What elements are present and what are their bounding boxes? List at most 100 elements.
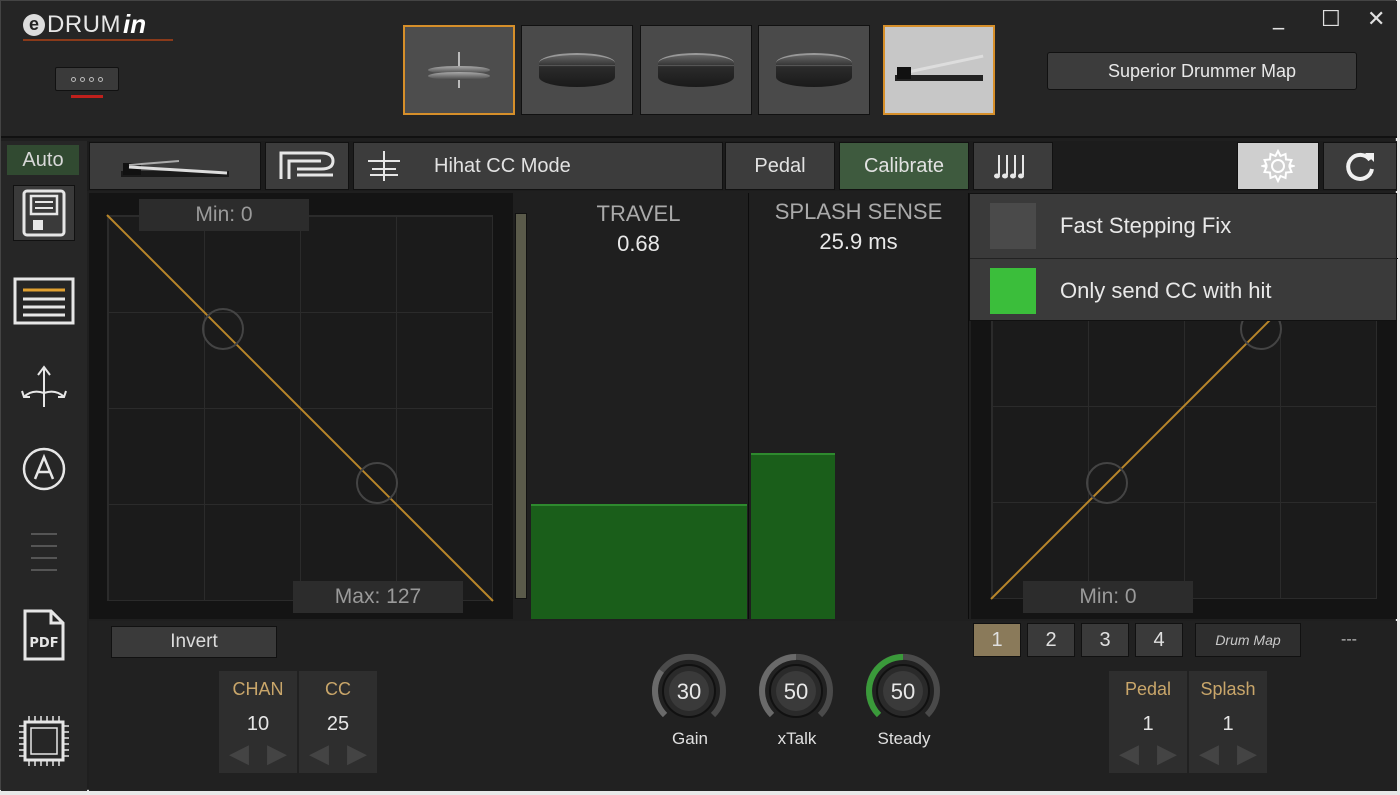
gain-label: Gain [672, 729, 708, 748]
device-status-led [71, 95, 103, 98]
only-send-cc-checkbox[interactable] [990, 267, 1036, 314]
steady-knob[interactable]: 50 [865, 653, 941, 729]
cc-increment-icon[interactable]: ▶ [341, 739, 373, 769]
routing-icon [21, 365, 67, 407]
drum-icon [776, 53, 852, 87]
invert-button[interactable]: Invert [111, 626, 277, 658]
cc-spinner: CC 25 ◀ ▶ [299, 671, 377, 773]
travel-meter: TRAVEL 0.68 [529, 193, 749, 619]
curve-handle[interactable] [202, 308, 244, 350]
pad-button-hihat-pedal[interactable] [883, 25, 995, 115]
logo-drum-text: DRUM [47, 10, 121, 38]
notes-button[interactable] [973, 142, 1053, 190]
splash-sense-value: 25.9 ms [819, 229, 898, 254]
chan-spinner: CHAN 10 ◀ ▶ [219, 671, 297, 773]
pedal-label: Pedal [1124, 679, 1172, 699]
splash-decrement-icon[interactable]: ◀ [1193, 739, 1225, 769]
curve-max-label: Max: 127 [293, 581, 463, 613]
pad-button-cymbal[interactable] [403, 25, 515, 115]
auto-badge[interactable]: Auto [7, 145, 79, 175]
hihat-cc-mode-label: Hihat CC Mode [434, 154, 571, 177]
vertical-slider[interactable] [515, 213, 527, 599]
travel-value: 0.68 [617, 231, 660, 256]
settings-dropdown: Fast Stepping Fix Only send CC with hit [969, 193, 1398, 322]
gear-icon [1261, 149, 1295, 183]
auto-icon [22, 447, 66, 491]
list-view-button[interactable] [13, 273, 75, 329]
pad-button-drum-2[interactable] [640, 25, 752, 115]
routing-button[interactable] [13, 357, 75, 413]
refresh-button[interactable] [1323, 142, 1397, 190]
fast-stepping-checkbox[interactable] [990, 203, 1036, 249]
curve-handle[interactable] [356, 462, 398, 504]
pdf-icon-text: PDF [29, 636, 58, 651]
drum-icon [658, 53, 734, 87]
settings-button[interactable] [1237, 142, 1319, 190]
drum-map-button[interactable]: Drum Map [1195, 623, 1301, 657]
roland-brand-button[interactable] [265, 142, 349, 190]
menu-item-fast-stepping-fix[interactable]: Fast Stepping Fix [970, 194, 1398, 258]
hihat-cymbal-icon [368, 151, 400, 181]
meter-area: TRAVEL 0.68 SPLASH SENSE 25.9 ms [529, 193, 969, 619]
travel-title: TRAVEL [596, 201, 681, 226]
maximize-button[interactable]: ☐ [1321, 7, 1341, 32]
gain-knob[interactable]: 30 [651, 653, 727, 729]
splash-sense-bar [751, 453, 835, 619]
pedal-decrement-icon[interactable]: ◀ [1113, 739, 1145, 769]
calibrate-button[interactable]: Calibrate [839, 142, 969, 190]
logo-underline [23, 39, 173, 41]
slot-button-1[interactable]: 1 [973, 623, 1021, 657]
slot-button-2[interactable]: 2 [1027, 623, 1075, 657]
splash-increment-icon[interactable]: ▶ [1231, 739, 1263, 769]
music-notes-icon [994, 155, 1024, 179]
curve-line [106, 214, 494, 602]
hihat-pedal-icon [121, 160, 229, 177]
slot-button-4[interactable]: 4 [1135, 623, 1183, 657]
status-dash: --- [1341, 631, 1357, 648]
chip-icon [19, 716, 69, 766]
velocity-curve-graph[interactable]: Min: 0 Max: 127 [89, 193, 513, 619]
pedal-increment-icon[interactable]: ▶ [1151, 739, 1183, 769]
app-window: e DRUM in _ ☐ ✕ Superior Drummer Map Aut… [0, 0, 1398, 791]
chan-value: 10 [246, 713, 270, 735]
auto-mode-button[interactable] [13, 441, 75, 497]
cc-value: 25 [326, 713, 350, 735]
save-button[interactable] [13, 185, 75, 241]
chan-increment-icon[interactable]: ▶ [261, 739, 293, 769]
hihat-cc-mode-button[interactable]: Hihat CC Mode [353, 142, 723, 190]
roland-logo-icon [279, 151, 335, 179]
splash-sense-meter: SPLASH SENSE 25.9 ms [749, 193, 969, 619]
close-button[interactable]: ✕ [1367, 7, 1385, 32]
drum-icon [539, 53, 615, 87]
slot-button-3[interactable]: 3 [1081, 623, 1129, 657]
pedal-type-button[interactable] [89, 142, 261, 190]
travel-bar [531, 504, 747, 619]
minimize-button[interactable]: _ [1273, 5, 1284, 30]
splash-sense-title: SPLASH SENSE [774, 199, 943, 224]
pedal-button[interactable]: Pedal [725, 142, 835, 190]
fast-stepping-label: Fast Stepping Fix [1060, 213, 1232, 238]
list-icon [13, 277, 75, 325]
pdf-manual-button[interactable]: PDF [13, 607, 75, 663]
menu-lines-button[interactable] [13, 525, 75, 581]
save-icon [22, 189, 66, 237]
chip-button[interactable] [13, 713, 75, 769]
device-icon[interactable] [55, 67, 119, 91]
pedal-value: 1 [1142, 713, 1154, 735]
only-send-cc-label: Only send CC with hit [1060, 277, 1272, 303]
steady-label: Steady [877, 729, 931, 748]
xtalk-knob[interactable]: 50 [758, 653, 834, 729]
curve-min-label: Min: 0 [139, 199, 309, 231]
pad-button-drum-3[interactable] [758, 25, 870, 115]
pedal-spinner: Pedal 1 ◀ ▶ [1109, 671, 1187, 773]
menu-item-only-send-cc[interactable]: Only send CC with hit [970, 258, 1398, 322]
pad-button-drum-1[interactable] [521, 25, 633, 115]
splash-label: Splash [1200, 679, 1256, 699]
cc-decrement-icon[interactable]: ◀ [303, 739, 335, 769]
superior-drummer-map-button[interactable]: Superior Drummer Map [1047, 52, 1357, 90]
cc-label: CC [325, 679, 351, 699]
chan-decrement-icon[interactable]: ◀ [223, 739, 255, 769]
header: e DRUM in _ ☐ ✕ Superior Drummer Map [1, 1, 1397, 138]
cc-curve-min-label: Min: 0 [1023, 581, 1193, 613]
steady-knob-value: 50 [891, 679, 915, 704]
